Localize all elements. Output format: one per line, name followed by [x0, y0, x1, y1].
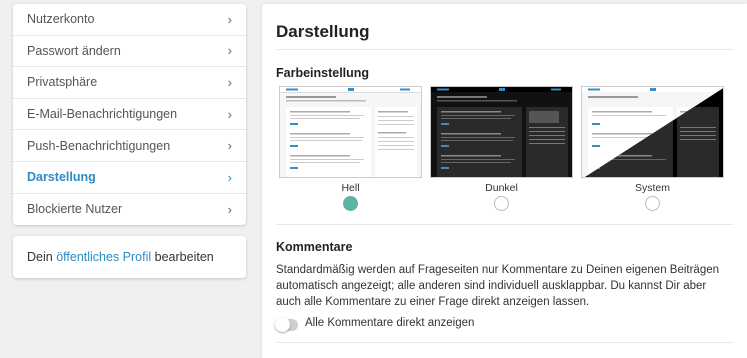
divider — [276, 342, 733, 343]
color-setting-heading: Farbeinstellung — [276, 66, 370, 80]
sidebar-item-label: Privatsphäre — [27, 75, 98, 90]
settings-nav: Nutzerkonto › Passwort ändern › Privatsp… — [13, 4, 246, 226]
sidebar-item-label: Blockierte Nutzer — [27, 202, 123, 217]
sidebar-item-passwort[interactable]: Passwort ändern › — [13, 36, 246, 68]
profile-prefix-text: Dein — [27, 250, 53, 264]
theme-label-dark: Dunkel — [485, 182, 518, 194]
sidebar-item-label: E-Mail-Benachrichtigungen — [27, 107, 178, 122]
radio-theme-system[interactable] — [645, 196, 660, 211]
sidebar-item-push-notifications[interactable]: Push-Benachrichtigungen › — [13, 130, 246, 162]
theme-label-light: Hell — [341, 182, 360, 194]
comments-description: Standardmäßig werden auf Frageseiten nur… — [276, 264, 720, 308]
sidebar-item-label: Passwort ändern — [27, 43, 121, 58]
divider — [276, 49, 733, 50]
sidebar-item-email-notifications[interactable]: E-Mail-Benachrichtigungen › — [13, 99, 246, 131]
chevron-right-icon: › — [227, 106, 232, 122]
page-title: Darstellung — [276, 22, 370, 41]
radio-theme-light[interactable] — [343, 196, 358, 211]
toggle-label: Alle Kommentare direkt anzeigen — [305, 317, 475, 329]
sidebar-item-label: Nutzerkonto — [27, 12, 95, 27]
sidebar-item-darstellung[interactable]: Darstellung › — [13, 162, 246, 194]
chevron-right-icon: › — [227, 11, 232, 27]
main-panel: Darstellung Farbeinstellung Hell Dunkel … — [262, 4, 747, 358]
show-all-comments-toggle[interactable] — [275, 317, 298, 332]
sidebar-item-blocked-users[interactable]: Blockierte Nutzer › — [13, 194, 246, 226]
divider — [276, 224, 733, 225]
profile-suffix-text: bearbeiten — [154, 250, 214, 264]
theme-preview-dark[interactable] — [430, 86, 573, 178]
sidebar-item-nutzerkonto[interactable]: Nutzerkonto › — [13, 4, 246, 36]
chevron-right-icon: › — [227, 138, 232, 154]
theme-label-system: System — [634, 182, 670, 194]
toggle-knob — [275, 317, 290, 332]
edit-profile-card: Dein öffentliches Profil bearbeiten — [13, 236, 246, 278]
theme-preview-system[interactable] — [581, 86, 724, 178]
sidebar-item-label: Darstellung — [27, 170, 96, 185]
chevron-right-icon: › — [227, 43, 232, 59]
sidebar-item-privatsphaere[interactable]: Privatsphäre › — [13, 67, 246, 99]
theme-preview-light[interactable] — [279, 86, 422, 178]
public-profile-link[interactable]: öffentliches Profil — [56, 250, 151, 264]
radio-theme-dark[interactable] — [494, 196, 509, 211]
comments-heading: Kommentare — [276, 240, 353, 254]
chevron-right-icon: › — [227, 169, 232, 185]
chevron-right-icon: › — [227, 74, 232, 90]
sidebar-item-label: Push-Benachrichtigungen — [27, 138, 171, 153]
chevron-right-icon: › — [227, 201, 232, 217]
